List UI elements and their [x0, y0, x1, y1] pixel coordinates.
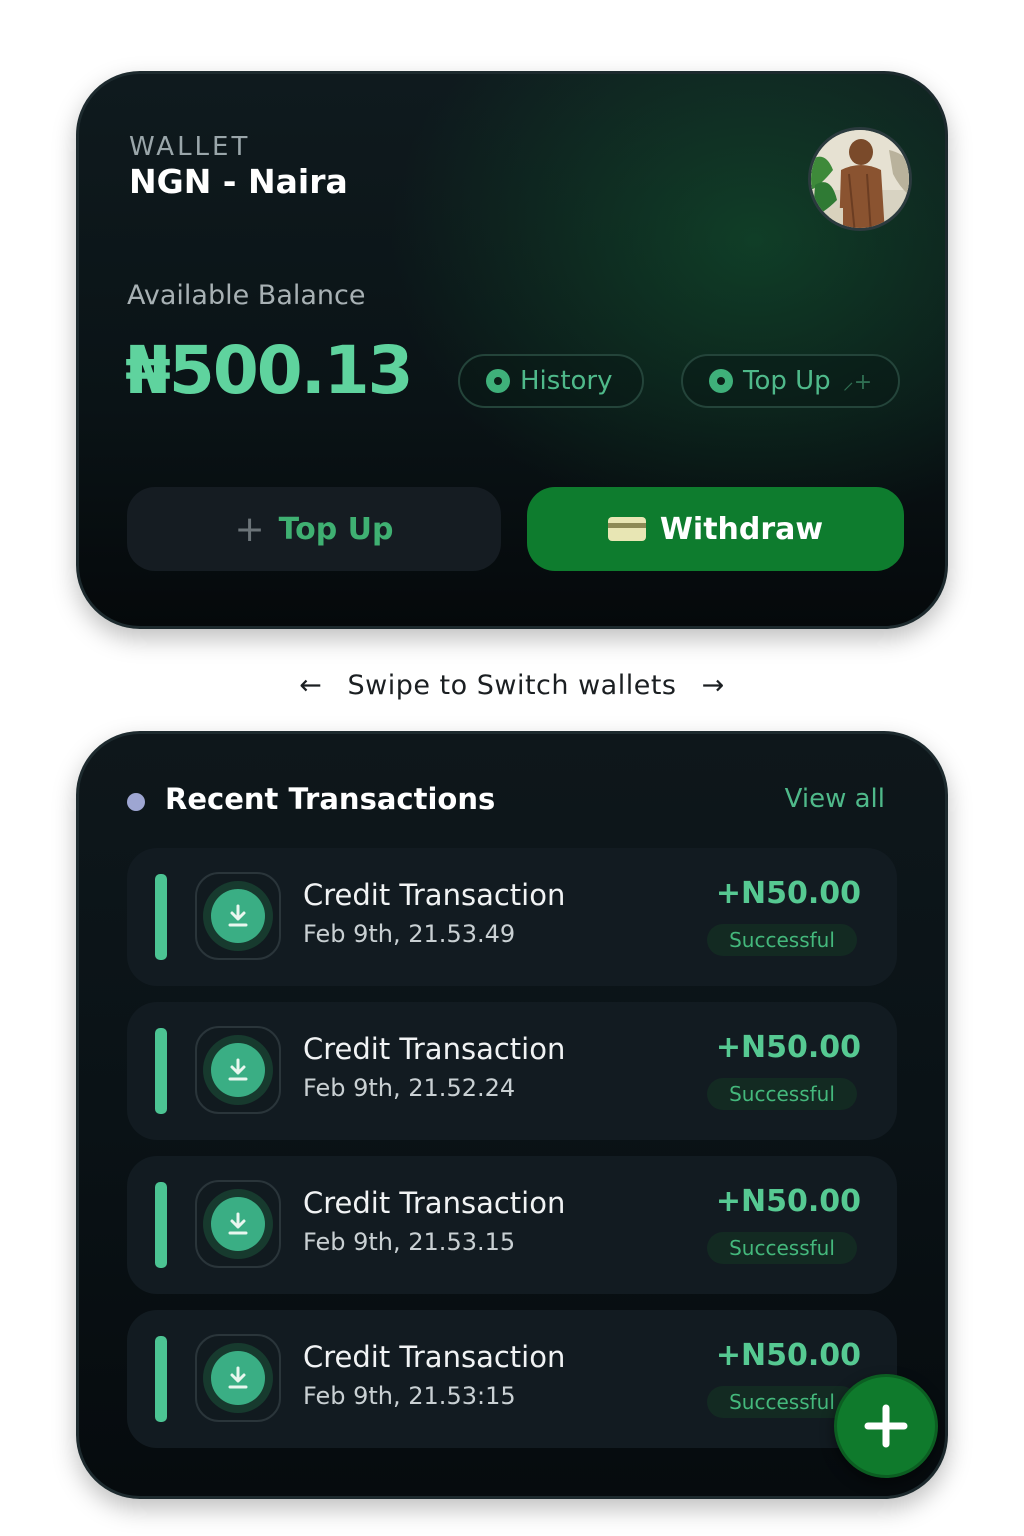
row-accent-bar [155, 1182, 167, 1268]
top-up-button[interactable]: + Top Up [127, 487, 501, 571]
download-icon [211, 1197, 265, 1251]
wallet-currency: NGN - Naira [129, 162, 348, 201]
transaction-name: Credit Transaction [303, 1340, 566, 1374]
recent-transactions-card: Recent Transactions View all Credit Tran… [76, 731, 948, 1499]
section-dot-icon [127, 793, 145, 811]
plus-icon: + [234, 508, 265, 550]
transaction-row[interactable]: Credit Transaction Feb 9th, 21.53:15 +N5… [127, 1310, 897, 1448]
transaction-amount: +N50.00 [715, 1030, 861, 1065]
wallet-card[interactable]: WALLET NGN - Naira Available Balance ₦50… [76, 71, 948, 629]
add-fab-button[interactable] [834, 1374, 938, 1478]
arrow-right-icon: → [701, 670, 725, 701]
dot-icon [709, 369, 733, 393]
balance-amount: ₦500.13 [125, 332, 414, 409]
transaction-row[interactable]: Credit Transaction Feb 9th, 21.53.15 +N5… [127, 1156, 897, 1294]
withdraw-button-label: Withdraw [659, 511, 824, 547]
section-title: Recent Transactions [165, 782, 496, 816]
transaction-name: Credit Transaction [303, 1032, 566, 1066]
top-up-pill-button[interactable]: Top Up ⸝+ [681, 354, 900, 408]
swipe-hint-text: Swipe to Switch wallets [347, 670, 677, 701]
transaction-icon-box [195, 1180, 281, 1268]
download-icon [211, 1043, 265, 1097]
swipe-hint: ← Swipe to Switch wallets → [0, 670, 1024, 701]
download-icon [211, 889, 265, 943]
transaction-date: Feb 9th, 21.53.15 [303, 1228, 516, 1256]
transaction-list: Credit Transaction Feb 9th, 21.53.49 +N5… [127, 848, 897, 1464]
avatar[interactable] [808, 127, 912, 231]
status-badge: Successful [707, 1078, 857, 1110]
transaction-icon-box [195, 1026, 281, 1114]
transaction-row[interactable]: Credit Transaction Feb 9th, 21.52.24 +N5… [127, 1002, 897, 1140]
arrow-left-icon: ← [299, 670, 323, 701]
transaction-name: Credit Transaction [303, 878, 566, 912]
balance-label: Available Balance [127, 280, 366, 311]
transaction-date: Feb 9th, 21.53:15 [303, 1382, 516, 1410]
top-up-button-label: Top Up [278, 511, 394, 547]
top-up-pill-extra: ⸝+ [842, 370, 873, 395]
dot-icon [486, 369, 510, 393]
history-label: History [520, 366, 613, 396]
status-badge: Successful [707, 1232, 857, 1264]
row-accent-bar [155, 874, 167, 960]
transaction-amount: +N50.00 [715, 1338, 861, 1373]
status-badge: Successful [707, 924, 857, 956]
transaction-date: Feb 9th, 21.53.49 [303, 920, 516, 948]
history-button[interactable]: History [458, 354, 644, 408]
transaction-date: Feb 9th, 21.52.24 [303, 1074, 516, 1102]
transaction-icon-box [195, 1334, 281, 1422]
wallet-label: WALLET [129, 132, 251, 162]
transaction-name: Credit Transaction [303, 1186, 566, 1220]
plus-icon [864, 1404, 908, 1448]
transaction-icon-box [195, 872, 281, 960]
download-icon [211, 1351, 265, 1405]
transaction-row[interactable]: Credit Transaction Feb 9th, 21.53.49 +N5… [127, 848, 897, 986]
top-up-pill-label: Top Up [743, 366, 831, 396]
row-accent-bar [155, 1336, 167, 1422]
transaction-amount: +N50.00 [715, 1184, 861, 1219]
transaction-amount: +N50.00 [715, 876, 861, 911]
row-accent-bar [155, 1028, 167, 1114]
avatar-photo [811, 130, 909, 228]
view-all-link[interactable]: View all [785, 784, 885, 814]
withdraw-button[interactable]: Withdraw [527, 487, 904, 571]
credit-card-icon [607, 517, 646, 541]
